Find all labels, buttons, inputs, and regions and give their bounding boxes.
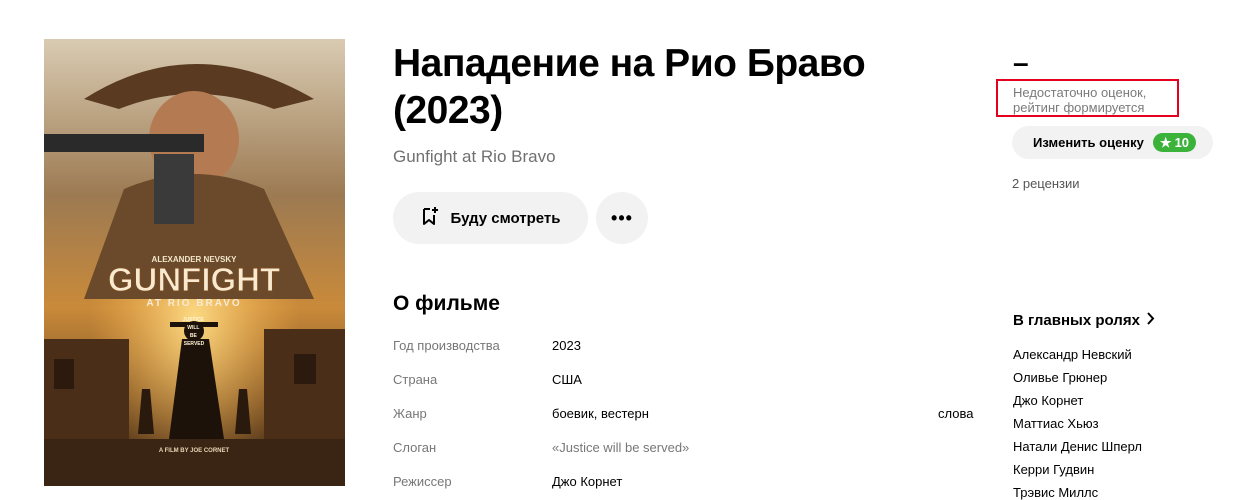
watch-later-button[interactable]: Буду смотреть bbox=[393, 192, 588, 244]
about-heading: О фильме bbox=[393, 292, 500, 315]
cast-member[interactable]: Маттиас Хьюз bbox=[1013, 416, 1099, 431]
movie-title: Нападение на Рио Браво (2023) bbox=[393, 42, 866, 132]
info-value-slogan: «Justice will be served» bbox=[552, 440, 690, 455]
info-value-genre[interactable]: боевик, вестерн bbox=[552, 406, 649, 421]
poster-artwork: ALEXANDER NEVSKY GUNFIGHT AT RIO BRAVO J… bbox=[44, 39, 345, 486]
reviews-link[interactable]: 2 рецензии bbox=[1012, 176, 1080, 191]
genre-keywords-link[interactable]: слова bbox=[938, 406, 973, 421]
poster-director-credit: A FILM BY JOE CORNET bbox=[159, 448, 230, 454]
more-options-button[interactable]: ••• bbox=[596, 192, 648, 244]
bookmark-plus-icon bbox=[420, 206, 440, 230]
cast-member[interactable]: Оливье Грюнер bbox=[1013, 370, 1107, 385]
info-label-country: Страна bbox=[393, 372, 438, 387]
cast-member[interactable]: Трэвис Миллс bbox=[1013, 485, 1098, 500]
info-value-year[interactable]: 2023 bbox=[552, 338, 581, 353]
cast-heading[interactable]: В главных ролях bbox=[1013, 312, 1155, 329]
movie-poster[interactable]: ALEXANDER NEVSKY GUNFIGHT AT RIO BRAVO J… bbox=[44, 39, 345, 486]
poster-tagline-2: WILL bbox=[187, 325, 199, 331]
chevron-right-icon bbox=[1146, 312, 1155, 329]
more-dots-icon: ••• bbox=[611, 207, 633, 228]
change-rating-button[interactable]: Изменить оценку ★ 10 bbox=[1012, 126, 1213, 159]
poster-logo: GUNFIGHT bbox=[108, 261, 280, 298]
poster-tagline-3: BE bbox=[190, 333, 198, 339]
rating-value: – bbox=[1013, 47, 1029, 78]
cast-member[interactable]: Александр Невский bbox=[1013, 347, 1132, 362]
info-label-genre: Жанр bbox=[393, 406, 427, 421]
poster-logo-sub: AT RIO BRAVO bbox=[146, 298, 241, 309]
cast-member[interactable]: Керри Гудвин bbox=[1013, 462, 1094, 477]
change-rating-label: Изменить оценку bbox=[1033, 135, 1144, 150]
cast-member[interactable]: Джо Корнет bbox=[1013, 393, 1083, 408]
info-label-year: Год производства bbox=[393, 338, 500, 353]
info-value-director[interactable]: Джо Корнет bbox=[552, 474, 622, 489]
info-value-country[interactable]: США bbox=[552, 372, 582, 387]
user-score-value: 10 bbox=[1174, 135, 1190, 150]
info-label-director: Режиссер bbox=[393, 474, 452, 489]
poster-tagline-1: JUSTICE bbox=[183, 317, 205, 323]
poster-tagline-4: SERVED bbox=[184, 341, 205, 347]
star-icon: ★ bbox=[1159, 134, 1172, 150]
info-label-slogan: Слоган bbox=[393, 440, 437, 455]
cast-heading-label: В главных ролях bbox=[1013, 312, 1140, 329]
rating-status-note: Недостаточно оценок, рейтинг формируется bbox=[996, 79, 1179, 117]
original-title: Gunfight at Rio Bravo bbox=[393, 147, 556, 166]
cast-member[interactable]: Натали Денис Шперл bbox=[1013, 439, 1142, 454]
watch-later-label: Буду смотреть bbox=[450, 209, 561, 227]
user-score-badge: ★ 10 bbox=[1152, 133, 1197, 152]
